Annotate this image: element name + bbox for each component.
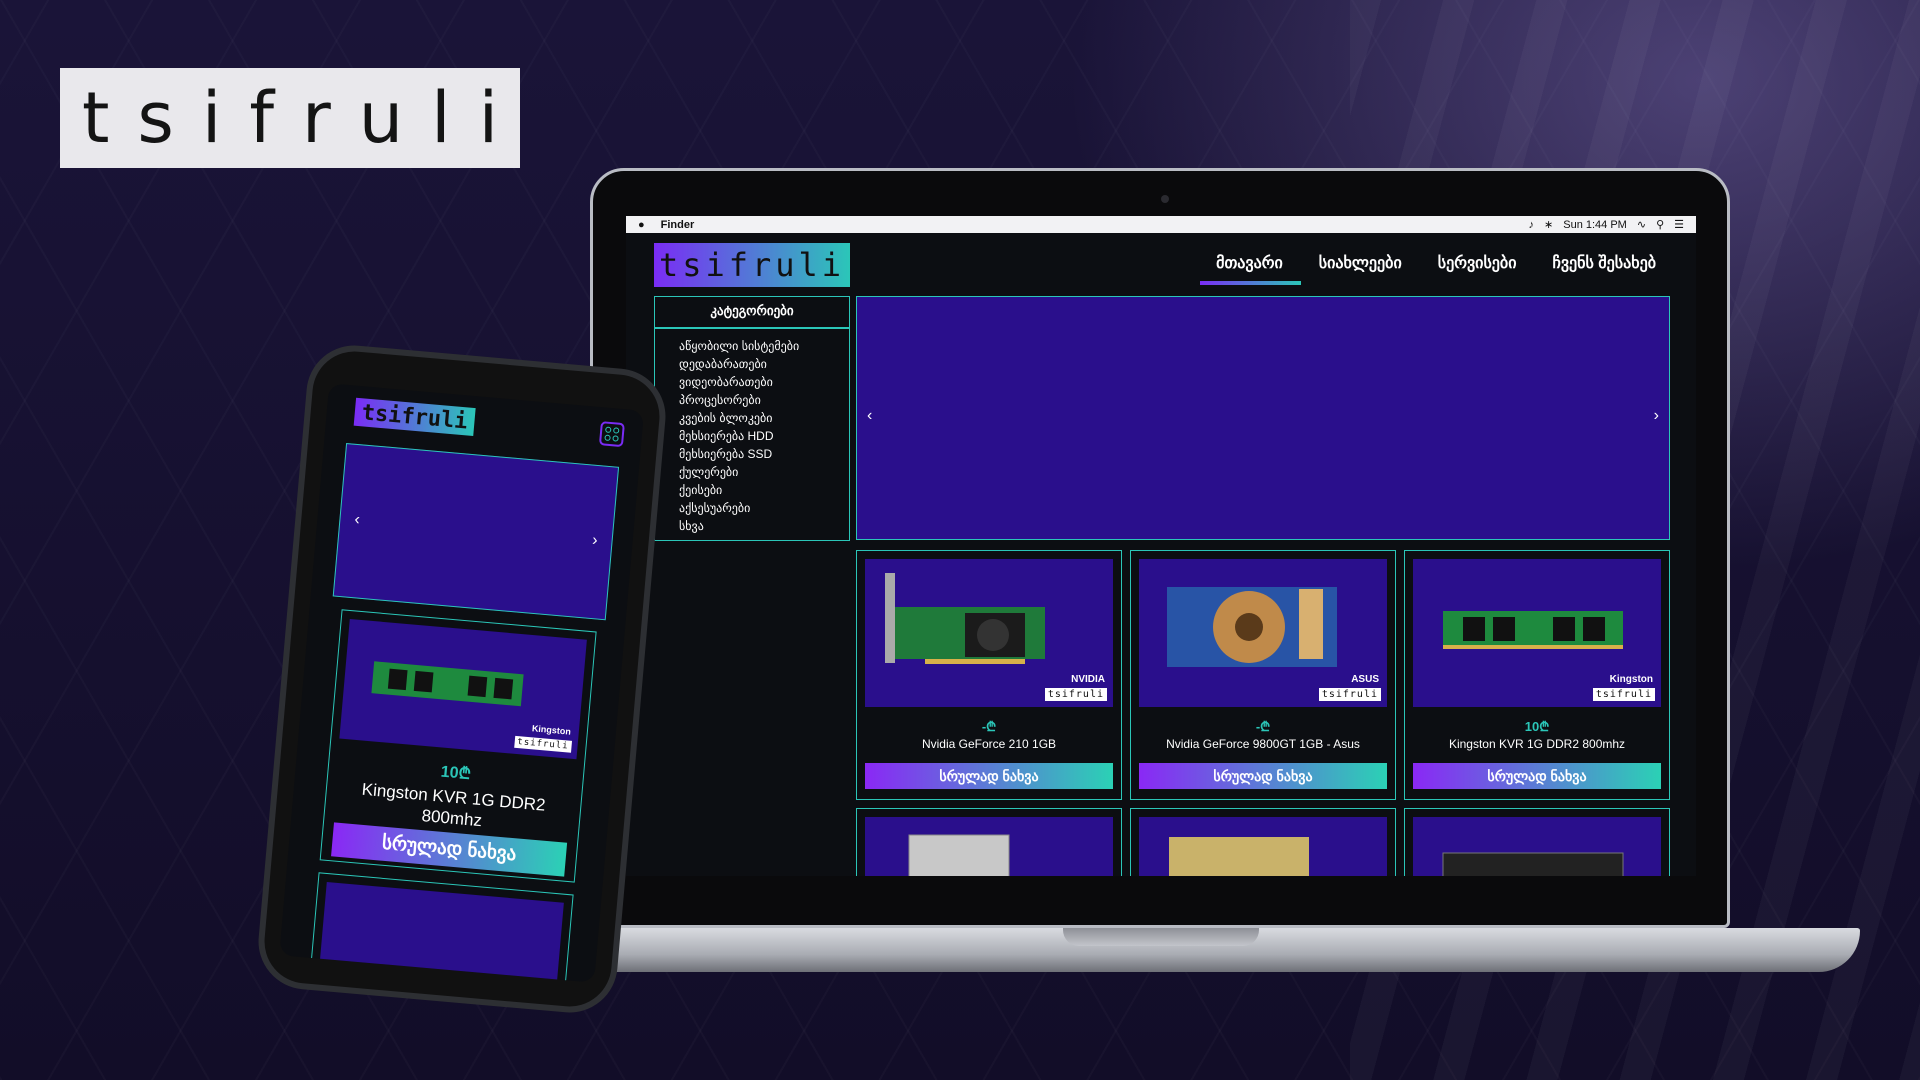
product-image[interactable]: Kingston tsifruli bbox=[1413, 559, 1661, 707]
mobile-product-card[interactable] bbox=[309, 872, 574, 983]
bluetooth-icon[interactable]: ∗ bbox=[1544, 218, 1553, 231]
list-icon[interactable]: ☰ bbox=[1674, 218, 1684, 231]
product-card[interactable]: Kingston tsifruli 10₾ Kingston KVR 1G DD… bbox=[1404, 550, 1670, 800]
product-image[interactable]: Kingston tsifruli bbox=[339, 618, 587, 760]
phone-device: tsifruli ‹ › Kingston tsifruli 10₾ Kings… bbox=[254, 341, 670, 1017]
phone-screen: tsifruli ‹ › Kingston tsifruli 10₾ Kings… bbox=[279, 383, 645, 983]
tsifruli-badge: tsifruli bbox=[1592, 688, 1655, 701]
main-nav: მთავარი სიახლეები სერვისები ჩვენს შესახე… bbox=[1200, 253, 1656, 285]
product-image[interactable] bbox=[1413, 817, 1661, 876]
product-price: -₾ bbox=[981, 719, 997, 734]
camera-icon bbox=[1161, 195, 1169, 203]
tsifruli-badge: tsifruli bbox=[1318, 688, 1381, 701]
gpu-icon bbox=[1167, 587, 1337, 667]
product-card[interactable] bbox=[856, 808, 1122, 876]
nav-item-services[interactable]: სერვისები bbox=[1438, 253, 1517, 285]
categories-panel: კატეგორიები აწყობილი სისტემები დედაბარათ… bbox=[654, 296, 850, 541]
volume-icon[interactable]: ♪ bbox=[1529, 219, 1535, 231]
menubar-clock[interactable]: Sun 1:44 PM bbox=[1563, 219, 1627, 231]
categories-list: აწყობილი სისტემები დედაბარათები ვიდეობარ… bbox=[655, 329, 849, 535]
site-logo[interactable]: tsifruli bbox=[654, 243, 850, 287]
product-card[interactable]: NVIDIA tsifruli -₾ Nvidia GeForce 210 1G… bbox=[856, 550, 1122, 800]
category-item[interactable]: აქსესუარები bbox=[679, 499, 849, 517]
brand-mark: NVIDIA bbox=[1071, 674, 1105, 685]
nav-item-news[interactable]: სიახლეები bbox=[1319, 253, 1402, 285]
nav-item-home[interactable]: მთავარი bbox=[1200, 253, 1301, 285]
product-price: -₾ bbox=[1255, 719, 1271, 734]
category-item[interactable]: პროცესორები bbox=[679, 391, 849, 409]
product-image[interactable] bbox=[865, 817, 1113, 876]
category-item[interactable]: ქეისები bbox=[679, 481, 849, 499]
laptop-screen: ● Finder ♪ ∗ Sun 1:44 PM ∿ ⚲ ☰ tsifruli … bbox=[626, 216, 1696, 876]
category-item[interactable]: აწყობილი სისტემები bbox=[679, 337, 849, 355]
apple-icon[interactable]: ● bbox=[638, 219, 645, 231]
tsifruli-badge: tsifruli bbox=[1044, 688, 1107, 701]
categories-title: კატეგორიები bbox=[655, 297, 849, 329]
view-product-button[interactable]: სრულად ნახვა bbox=[865, 763, 1113, 789]
product-image[interactable] bbox=[319, 881, 564, 983]
slider-prev-button[interactable]: ‹ bbox=[867, 407, 872, 425]
laptop-notch bbox=[1063, 928, 1259, 946]
brand-mark: ASUS bbox=[1351, 674, 1379, 685]
product-image[interactable] bbox=[1139, 817, 1387, 876]
product-card[interactable] bbox=[1404, 808, 1670, 876]
category-item[interactable]: ვიდეობარათები bbox=[679, 373, 849, 391]
product-image[interactable]: NVIDIA tsifruli bbox=[865, 559, 1113, 707]
brand-logo-box: tsifruli bbox=[60, 68, 520, 168]
mobile-slider-next-button[interactable]: › bbox=[591, 532, 599, 550]
product-price: 10₾ bbox=[1524, 719, 1550, 734]
macos-menubar: ● Finder ♪ ∗ Sun 1:44 PM ∿ ⚲ ☰ bbox=[626, 216, 1696, 233]
search-icon[interactable]: ⚲ bbox=[1656, 218, 1664, 231]
mobile-product-card[interactable]: Kingston tsifruli 10₾ Kingston KVR 1G DD… bbox=[319, 609, 597, 883]
category-item[interactable]: მეხსიერება HDD bbox=[679, 427, 849, 445]
cpu-icon bbox=[908, 834, 1010, 876]
view-product-button[interactable]: სრულად ნახვა bbox=[1139, 763, 1387, 789]
product-name: Nvidia GeForce 9800GT 1GB - Asus bbox=[1166, 737, 1360, 751]
mobile-logo-text: tsifruli bbox=[360, 399, 469, 434]
wifi-icon[interactable]: ∿ bbox=[1637, 218, 1646, 231]
site-logo-text: tsifruli bbox=[658, 246, 846, 284]
site-header: tsifruli მთავარი სიახლეები სერვისები ჩვე… bbox=[626, 233, 1696, 295]
view-product-button[interactable]: სრულად ნახვა bbox=[1413, 763, 1661, 789]
mobile-site-logo[interactable]: tsifruli bbox=[353, 397, 476, 437]
product-name: Nvidia GeForce 210 1GB bbox=[921, 737, 1057, 751]
product-card[interactable] bbox=[1130, 808, 1396, 876]
mobile-slider-prev-button[interactable]: ‹ bbox=[354, 511, 361, 529]
category-item[interactable]: დედაბარათები bbox=[679, 355, 849, 373]
brand-logo-text: tsifruli bbox=[81, 77, 527, 159]
category-item[interactable]: სხვა bbox=[679, 517, 849, 535]
brand-mark: Kingston bbox=[1609, 674, 1653, 685]
product-image[interactable]: ASUS tsifruli bbox=[1139, 559, 1387, 707]
menubar-app-name[interactable]: Finder bbox=[661, 219, 695, 231]
menu-icon[interactable] bbox=[598, 421, 625, 448]
product-card[interactable]: ASUS tsifruli -₾ Nvidia GeForce 9800GT 1… bbox=[1130, 550, 1396, 800]
motherboard-icon bbox=[1169, 837, 1309, 876]
category-item[interactable]: კვების ბლოკები bbox=[679, 409, 849, 427]
category-item[interactable]: მეხსიერება SSD bbox=[679, 445, 849, 463]
hero-slider: ‹ › bbox=[856, 296, 1670, 540]
slider-next-button[interactable]: › bbox=[1654, 407, 1659, 425]
mobile-hero-slider: ‹ › bbox=[332, 443, 620, 621]
category-item[interactable]: ქულერები bbox=[679, 463, 849, 481]
product-name: Kingston KVR 1G DDR2 800mhz bbox=[1448, 737, 1626, 751]
nav-item-about[interactable]: ჩვენს შესახებ bbox=[1552, 253, 1656, 285]
ram-icon bbox=[1442, 852, 1624, 876]
